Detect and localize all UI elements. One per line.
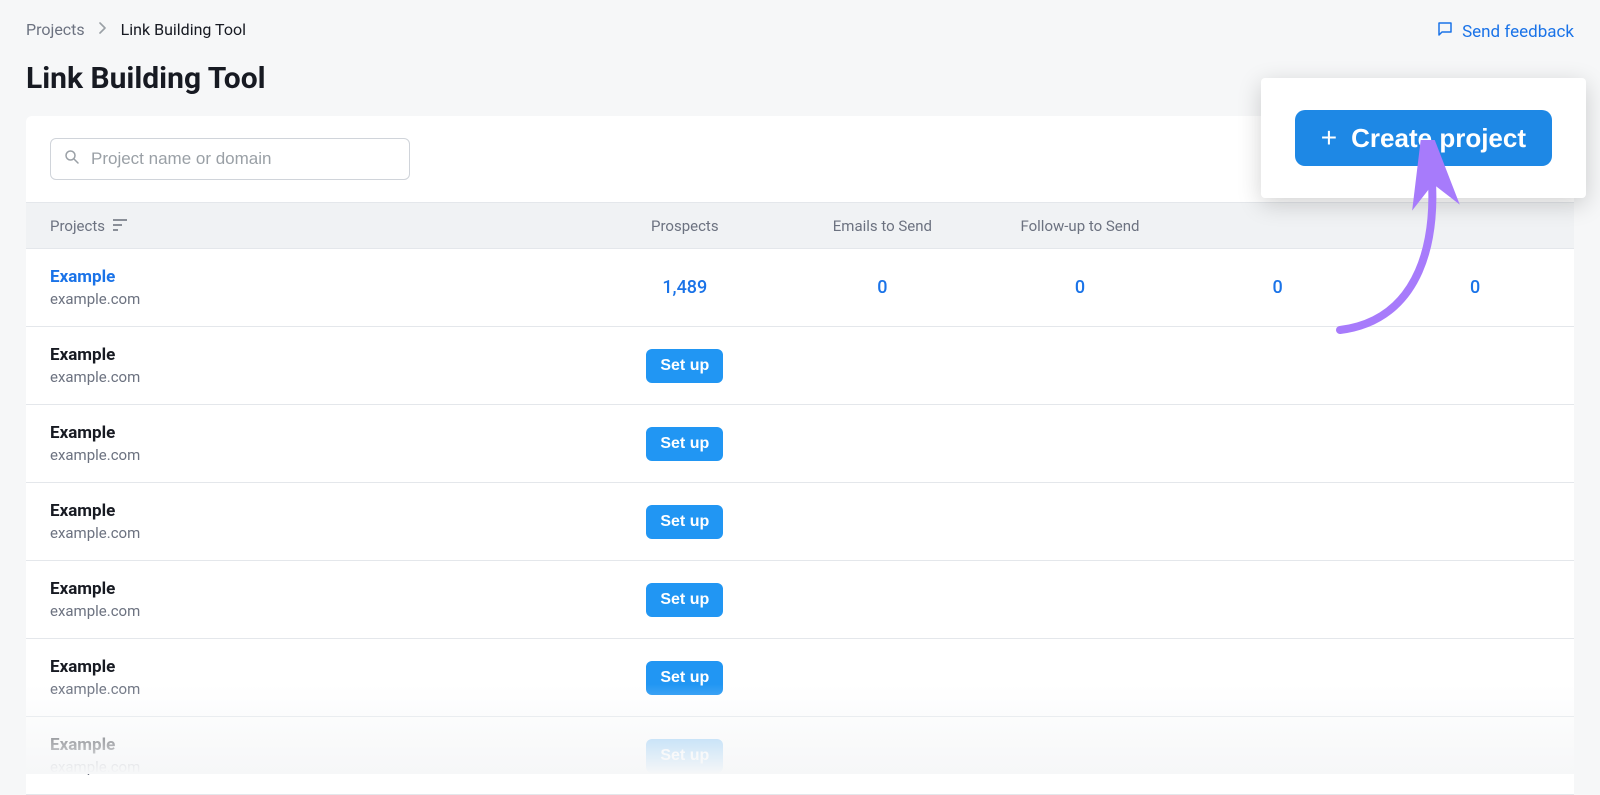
project-cell: Example example.com [26,423,586,464]
setup-button[interactable]: Set up [646,427,723,461]
metric-emails[interactable]: 0 [784,277,982,298]
breadcrumb: Projects Link Building Tool [26,20,246,39]
setup-button[interactable]: Set up [646,583,723,617]
setup-cell: Set up [586,427,784,461]
metric-prospects[interactable]: 1,489 [586,277,784,298]
project-cell: Example example.com [26,657,586,698]
table-row: Example example.com Set up [26,717,1574,795]
feedback-icon [1436,20,1454,43]
table-row: Exampleexample.com1,4890000 [26,249,1574,327]
table-row: Example example.com Set up [26,483,1574,561]
create-project-button[interactable]: + Create project [1295,110,1552,166]
metric-col4[interactable]: 0 [1179,277,1377,298]
setup-button[interactable]: Set up [646,661,723,695]
send-feedback-label: Send feedback [1462,22,1574,42]
breadcrumb-current: Link Building Tool [121,20,246,39]
project-cell: Example example.com [26,345,586,386]
project-domain: example.com [50,446,586,464]
project-name: Example [50,345,586,365]
search-icon [63,148,89,170]
projects-panel: Projects Prospects Emails to Send Follow… [26,116,1574,795]
project-name: Example [50,423,586,443]
search-input[interactable] [89,139,397,179]
project-name: Example [50,501,586,521]
project-domain: example.com [50,524,586,542]
breadcrumb-root[interactable]: Projects [26,20,85,39]
project-cell: Example example.com [26,579,586,620]
column-header-followup[interactable]: Follow-up to Send [981,217,1179,235]
setup-cell: Set up [586,739,784,773]
project-cell: Example example.com [26,735,586,776]
metric-followup[interactable]: 0 [981,277,1179,298]
metric-col5[interactable]: 0 [1376,277,1574,298]
table-header-row: Projects Prospects Emails to Send Follow… [26,203,1574,249]
setup-cell: Set up [586,583,784,617]
setup-cell: Set up [586,349,784,383]
table-row: Example example.com Set up [26,405,1574,483]
project-domain: example.com [50,368,586,386]
setup-button[interactable]: Set up [646,349,723,383]
setup-cell: Set up [586,505,784,539]
sort-icon [113,217,127,235]
project-domain: example.com [50,680,586,698]
table-row: Example example.com Set up [26,639,1574,717]
project-name[interactable]: Example [50,267,586,287]
create-project-label: Create project [1351,123,1526,154]
project-domain: example.com [50,602,586,620]
setup-button[interactable]: Set up [646,739,723,773]
send-feedback-link[interactable]: Send feedback [1436,20,1574,43]
project-cell: Example example.com [26,267,586,308]
column-header-emails[interactable]: Emails to Send [784,217,982,235]
project-name: Example [50,579,586,599]
chevron-right-icon [99,22,107,38]
table-row: Example example.com Set up [26,561,1574,639]
column-header-project[interactable]: Projects [26,217,586,235]
setup-cell: Set up [586,661,784,695]
setup-button[interactable]: Set up [646,505,723,539]
project-domain: example.com [50,290,586,308]
project-name: Example [50,657,586,677]
create-project-callout: + Create project [1261,78,1586,198]
column-header-prospects[interactable]: Prospects [586,217,784,235]
project-domain: example.com [50,758,586,776]
search-input-wrap[interactable] [50,138,410,180]
project-name: Example [50,735,586,755]
table-row: Example example.com Set up [26,327,1574,405]
plus-icon: + [1321,124,1337,152]
project-cell: Example example.com [26,501,586,542]
